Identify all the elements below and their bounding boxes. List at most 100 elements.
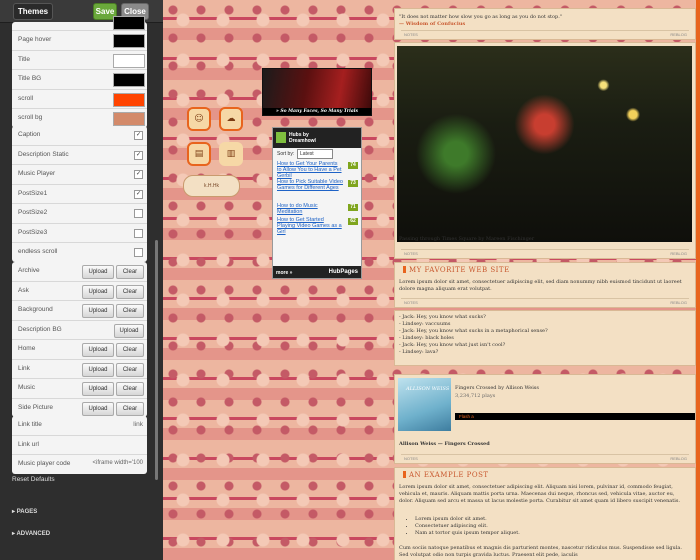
chat-post: - Jack: Hey, you know what sucks? - Lind… xyxy=(394,310,696,366)
reblog-link[interactable]: REBLOG xyxy=(670,32,687,37)
clear-button[interactable]: Clear xyxy=(116,304,144,318)
notes-link[interactable]: NOTES xyxy=(404,251,418,256)
quote-post: "It does not matter how slow you go as l… xyxy=(394,8,696,40)
color-label: scroll xyxy=(18,94,34,102)
color-label: scroll bg xyxy=(18,114,43,121)
postsize2-checkbox[interactable] xyxy=(134,209,143,218)
clear-button[interactable]: Clear xyxy=(116,382,144,396)
post-footer: NOTES REBLOG xyxy=(401,30,689,37)
option-label: PostSize2 xyxy=(18,209,48,216)
hub-item-title[interactable]: How to Get Started Playing Video Games a… xyxy=(277,217,343,235)
reblog-link[interactable]: REBLOG xyxy=(670,251,687,256)
image-row: Description BG Upload xyxy=(12,321,147,340)
post-title[interactable]: AN EXAMPLE POST xyxy=(403,471,489,479)
upload-button[interactable]: Upload xyxy=(82,401,114,416)
sort-select[interactable]: Latest xyxy=(297,149,333,159)
sidebar-header-image: » So Many Faces, So Many Trials xyxy=(262,68,372,116)
ask-nav-icon[interactable]: ☁ xyxy=(219,107,243,131)
chat-line: - Lindsey: lava? xyxy=(399,349,439,355)
description-static-checkbox[interactable]: ✓ xyxy=(134,150,143,160)
upload-button[interactable]: Upload xyxy=(82,265,114,279)
panel-scrollbar[interactable] xyxy=(155,240,158,480)
post-title[interactable]: MY FAVORITE WEB SITE xyxy=(403,266,510,274)
clear-button[interactable]: Clear xyxy=(116,284,144,299)
chat-line: - Lindsey: vaccuums xyxy=(399,321,451,327)
hub-item-title[interactable]: How to do Music Meditation xyxy=(277,203,343,215)
flash-player-label: Flash a xyxy=(459,414,474,419)
images-group: Archive Upload Clear Ask Upload Clear Backgr… xyxy=(12,262,147,417)
page-hover-swatch[interactable] xyxy=(113,34,145,48)
notes-link[interactable]: NOTES xyxy=(404,300,418,305)
chat-line: - Jack: Hey, you know what sucks in a me… xyxy=(399,328,548,334)
flash-player[interactable]: Flash a xyxy=(455,413,695,420)
endless-scroll-checkbox[interactable] xyxy=(134,248,143,257)
scroll-swatch[interactable] xyxy=(113,92,145,107)
notes-link[interactable]: NOTES xyxy=(404,32,418,37)
hubpages-user[interactable]: Dreamhowl xyxy=(289,138,316,144)
section-label: PAGES xyxy=(16,509,38,515)
track-plays: 3,234,712 plays xyxy=(455,393,496,399)
hubpages-header: Hubs by Dreamhowl xyxy=(273,128,361,148)
times-square-photo[interactable] xyxy=(397,46,692,242)
reblog-link[interactable]: REBLOG xyxy=(670,300,687,305)
advanced-section-toggle[interactable]: ▸ ADVANCED xyxy=(12,530,50,537)
text-label: Link url xyxy=(18,440,39,448)
image-label: Link xyxy=(18,364,30,372)
image-row: Home Upload Clear xyxy=(12,340,147,360)
image-label: Description BG xyxy=(18,325,62,333)
upload-button[interactable]: Upload xyxy=(82,362,114,377)
audio-post: ALLISON WEISS Fingers Crossed by Allison… xyxy=(394,374,696,464)
post-bullets: Lorem ipsum dolor sit amet. Consectetuer… xyxy=(399,516,689,537)
hub-item[interactable]: How to Pick Suitable Video Games for Dif… xyxy=(273,178,361,202)
text-label: Music player code xyxy=(18,460,71,467)
themes-button[interactable]: Themes xyxy=(13,3,53,20)
title-swatch[interactable] xyxy=(113,53,145,68)
link-nav-icon[interactable]: ▥ xyxy=(219,142,243,166)
notes-link[interactable]: NOTES xyxy=(404,456,418,461)
hub-item[interactable]: How to Get Your Parents to Allow You to … xyxy=(273,160,361,179)
reset-defaults-link[interactable]: Reset Defaults xyxy=(12,476,55,483)
photo-caption: Passing through Times Square by Mareen F… xyxy=(399,236,535,242)
text-label: Link title xyxy=(18,421,42,428)
link-title-input[interactable]: link xyxy=(133,421,143,428)
image-label: Music xyxy=(18,384,35,391)
upload-button[interactable]: Upload xyxy=(114,323,144,338)
title-accent-bar xyxy=(403,266,406,273)
hub-item[interactable]: How to do Music Meditation 71 xyxy=(273,202,361,216)
caption-checkbox[interactable]: ✓ xyxy=(134,131,143,140)
sidebar-pill-label: k.H.Hk xyxy=(183,175,240,197)
reblog-link[interactable]: REBLOG xyxy=(670,456,687,461)
upload-button[interactable]: Upload xyxy=(82,343,114,357)
chat-lines: - Jack: Hey, you know what sucks? - Lind… xyxy=(399,314,689,356)
scroll-bg-swatch[interactable] xyxy=(113,112,145,126)
clear-button[interactable]: Clear xyxy=(116,343,144,357)
hub-item-title[interactable]: How to Pick Suitable Video Games for Dif… xyxy=(277,179,343,191)
upload-button[interactable]: Upload xyxy=(82,304,114,318)
color-row: scroll xyxy=(12,90,147,109)
upload-button[interactable]: Upload xyxy=(82,382,114,396)
hubpages-more-link[interactable]: more » xyxy=(276,270,292,276)
header-caption: » So Many Faces, So Many Trials xyxy=(263,108,371,115)
title-bg-swatch[interactable] xyxy=(113,73,145,87)
hub-item[interactable]: How to Get Started Playing Video Games a… xyxy=(273,216,361,240)
text-post: MY FAVORITE WEB SITE Lorem ipsum dolor s… xyxy=(394,262,696,308)
upload-button[interactable]: Upload xyxy=(82,284,114,299)
clear-button[interactable]: Clear xyxy=(116,401,144,416)
music-player-code-input[interactable]: <iframe width='100 xyxy=(92,460,143,466)
music-player-checkbox[interactable]: ✓ xyxy=(134,170,143,179)
option-row: PostSize1 ✓ xyxy=(12,185,147,204)
postsize3-checkbox[interactable] xyxy=(134,228,143,238)
clear-button[interactable]: Clear xyxy=(116,265,144,279)
color-swatch[interactable] xyxy=(113,16,145,30)
color-label: Page hover xyxy=(18,36,52,43)
pages-section-toggle[interactable]: ▸ PAGES xyxy=(12,508,37,515)
option-label: PostSize3 xyxy=(18,228,48,236)
hub-item-title[interactable]: How to Get Your Parents to Allow You to … xyxy=(277,161,343,179)
option-label: endless scroll xyxy=(18,248,58,255)
home-nav-icon[interactable]: ☺ xyxy=(187,107,211,131)
image-label: Side Picture xyxy=(18,403,54,411)
archive-nav-icon[interactable]: ▤ xyxy=(187,142,211,166)
postsize1-checkbox[interactable]: ✓ xyxy=(134,189,143,199)
option-label: PostSize1 xyxy=(18,189,48,197)
clear-button[interactable]: Clear xyxy=(116,362,144,377)
